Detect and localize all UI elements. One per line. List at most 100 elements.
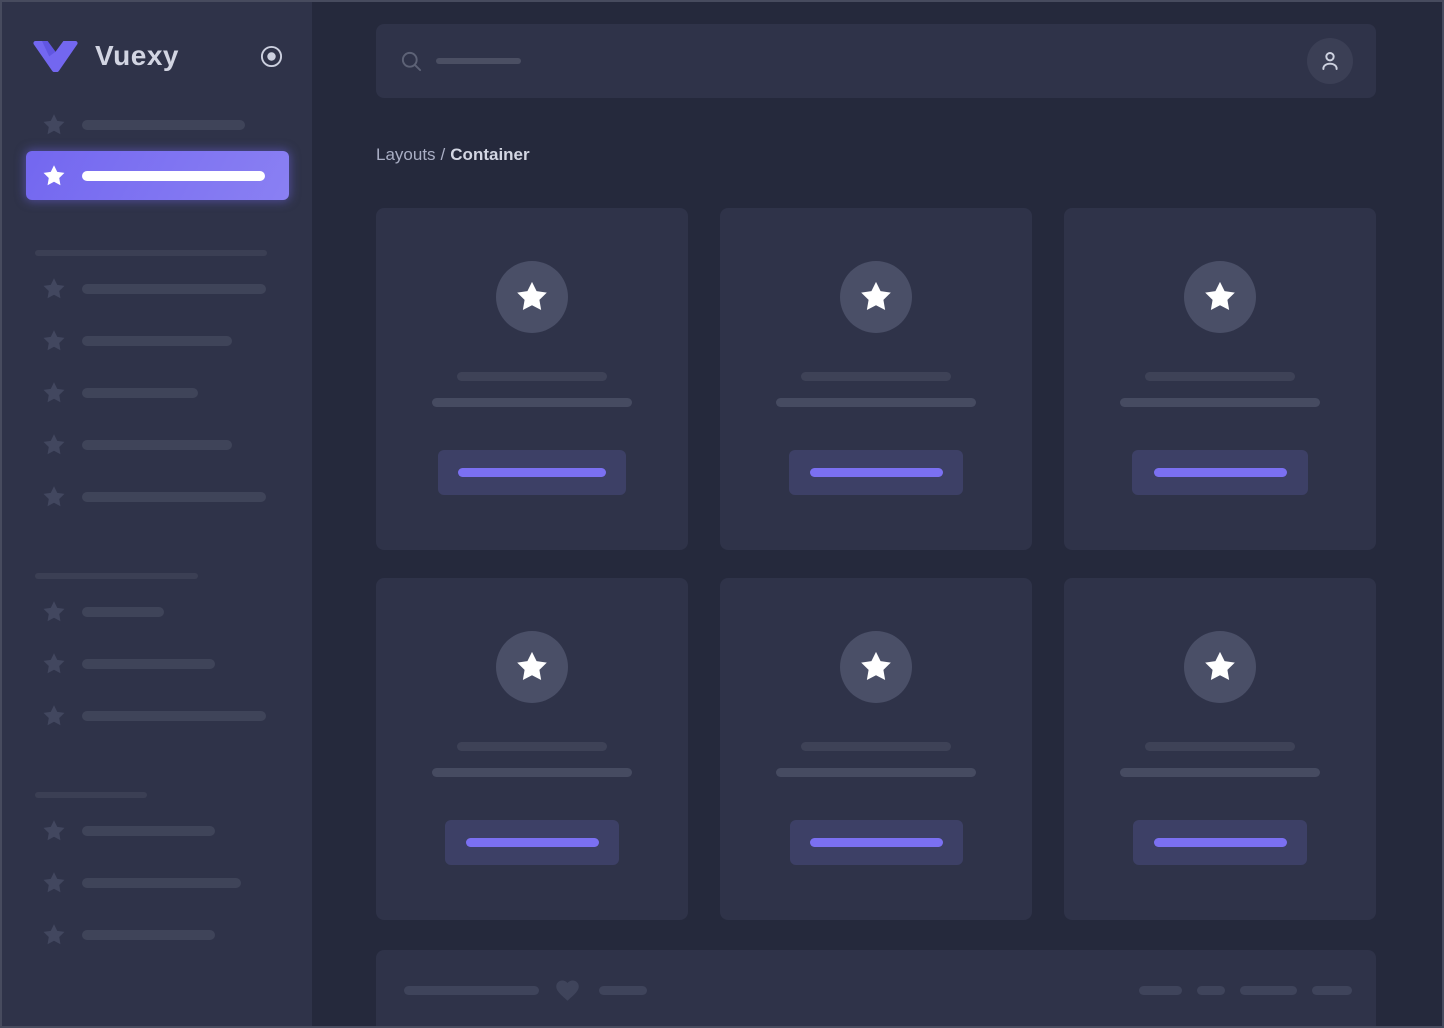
sidebar-item-label-skeleton bbox=[82, 878, 241, 888]
breadcrumb: Layouts / Container bbox=[376, 144, 1376, 165]
card-avatar-circle bbox=[1184, 631, 1256, 703]
footer-link-skeleton bbox=[1197, 986, 1225, 995]
card-button-label-skeleton bbox=[809, 468, 943, 477]
breadcrumb-current: Container bbox=[450, 145, 530, 164]
star-icon bbox=[42, 485, 66, 509]
brand-name: Vuexy bbox=[95, 40, 179, 71]
star-icon bbox=[42, 329, 66, 353]
sidebar: Vuexy bbox=[2, 2, 312, 1026]
card-button[interactable] bbox=[445, 820, 619, 865]
card-title-skeleton bbox=[801, 372, 951, 381]
sidebar-item-label-skeleton bbox=[82, 336, 232, 346]
sidebar-item[interactable] bbox=[2, 99, 312, 151]
sidebar-item[interactable] bbox=[2, 586, 312, 638]
footer-link-skeleton bbox=[1312, 986, 1352, 995]
card-button-label-skeleton bbox=[809, 838, 943, 847]
sidebar-item-label-skeleton bbox=[82, 284, 266, 294]
star-icon bbox=[515, 650, 549, 684]
heart-icon bbox=[554, 977, 581, 1004]
card-subtitle-skeleton bbox=[1120, 398, 1320, 407]
star-icon bbox=[42, 381, 66, 405]
card-subtitle-skeleton bbox=[776, 768, 976, 777]
sidebar-item-label-skeleton bbox=[82, 930, 215, 940]
sidebar-item-label-skeleton bbox=[82, 120, 245, 130]
card-subtitle-skeleton bbox=[1120, 768, 1320, 777]
star-icon bbox=[42, 819, 66, 843]
card-avatar-circle bbox=[496, 631, 568, 703]
star-icon bbox=[859, 280, 893, 314]
card-grid bbox=[376, 208, 1376, 920]
vuexy-logo-icon bbox=[33, 40, 78, 72]
sidebar-item[interactable] bbox=[2, 638, 312, 690]
sidebar-section-header-skeleton bbox=[35, 250, 267, 256]
star-icon bbox=[1203, 650, 1237, 684]
sidebar-collapse-toggle-icon[interactable] bbox=[260, 45, 283, 68]
user-avatar[interactable] bbox=[1307, 38, 1353, 84]
brand-header: Vuexy bbox=[2, 2, 312, 72]
star-icon bbox=[42, 113, 66, 137]
card bbox=[1064, 208, 1376, 550]
card-button[interactable] bbox=[1133, 820, 1307, 865]
star-icon bbox=[1203, 280, 1237, 314]
star-icon bbox=[42, 704, 66, 728]
star-icon bbox=[515, 280, 549, 314]
app-window: Vuexy Layouts / Container bbox=[0, 0, 1444, 1028]
search-bar[interactable] bbox=[376, 24, 1376, 98]
card-button-label-skeleton bbox=[1153, 838, 1287, 847]
bottom-card bbox=[376, 950, 1376, 1026]
card bbox=[376, 208, 688, 550]
star-icon bbox=[859, 650, 893, 684]
breadcrumb-separator: / bbox=[440, 145, 446, 164]
sidebar-nav bbox=[2, 99, 312, 961]
star-icon bbox=[42, 923, 66, 947]
star-icon bbox=[42, 652, 66, 676]
sidebar-item[interactable] bbox=[2, 263, 312, 315]
star-icon bbox=[42, 871, 66, 895]
sidebar-section-header-skeleton bbox=[35, 573, 198, 579]
sidebar-item-label-skeleton bbox=[82, 388, 198, 398]
card-title-skeleton bbox=[457, 372, 607, 381]
card-button-label-skeleton bbox=[465, 838, 599, 847]
card-button[interactable] bbox=[789, 450, 963, 495]
card bbox=[720, 208, 1032, 550]
sidebar-item-active[interactable] bbox=[26, 151, 289, 200]
footer-link-skeleton bbox=[1240, 986, 1297, 995]
card-title-skeleton bbox=[1145, 372, 1295, 381]
star-icon bbox=[42, 277, 66, 301]
card-avatar-circle bbox=[496, 261, 568, 333]
breadcrumb-parent[interactable]: Layouts bbox=[376, 145, 436, 164]
card bbox=[376, 578, 688, 920]
search-placeholder-skeleton bbox=[436, 58, 521, 64]
card-button-label-skeleton bbox=[458, 468, 606, 477]
card-button[interactable] bbox=[1132, 450, 1308, 495]
card-title-skeleton bbox=[457, 742, 607, 751]
sidebar-item[interactable] bbox=[2, 419, 312, 471]
star-icon bbox=[42, 433, 66, 457]
sidebar-item[interactable] bbox=[2, 690, 312, 742]
card-avatar-circle bbox=[840, 631, 912, 703]
sidebar-item[interactable] bbox=[2, 909, 312, 961]
sidebar-item[interactable] bbox=[2, 471, 312, 523]
card-title-skeleton bbox=[801, 742, 951, 751]
sidebar-item-label-skeleton bbox=[82, 711, 266, 721]
card-button[interactable] bbox=[789, 820, 963, 865]
card-button-label-skeleton bbox=[1153, 468, 1287, 477]
sidebar-item[interactable] bbox=[2, 857, 312, 909]
sidebar-item-label-skeleton bbox=[82, 659, 215, 669]
sidebar-item[interactable] bbox=[2, 367, 312, 419]
footer-link-skeleton bbox=[1139, 986, 1182, 995]
card-button[interactable] bbox=[438, 450, 626, 495]
card bbox=[1064, 578, 1376, 920]
card-avatar-circle bbox=[1184, 261, 1256, 333]
sidebar-item[interactable] bbox=[2, 315, 312, 367]
sidebar-item[interactable] bbox=[2, 805, 312, 857]
card-avatar-circle bbox=[840, 261, 912, 333]
card-subtitle-skeleton bbox=[776, 398, 976, 407]
card bbox=[720, 578, 1032, 920]
footer-text-skeleton bbox=[599, 986, 647, 995]
sidebar-item-label-skeleton bbox=[82, 170, 265, 181]
sidebar-item-label-skeleton bbox=[82, 826, 215, 836]
card-title-skeleton bbox=[1145, 742, 1295, 751]
search-icon bbox=[400, 50, 423, 73]
sidebar-item-label-skeleton bbox=[82, 492, 266, 502]
